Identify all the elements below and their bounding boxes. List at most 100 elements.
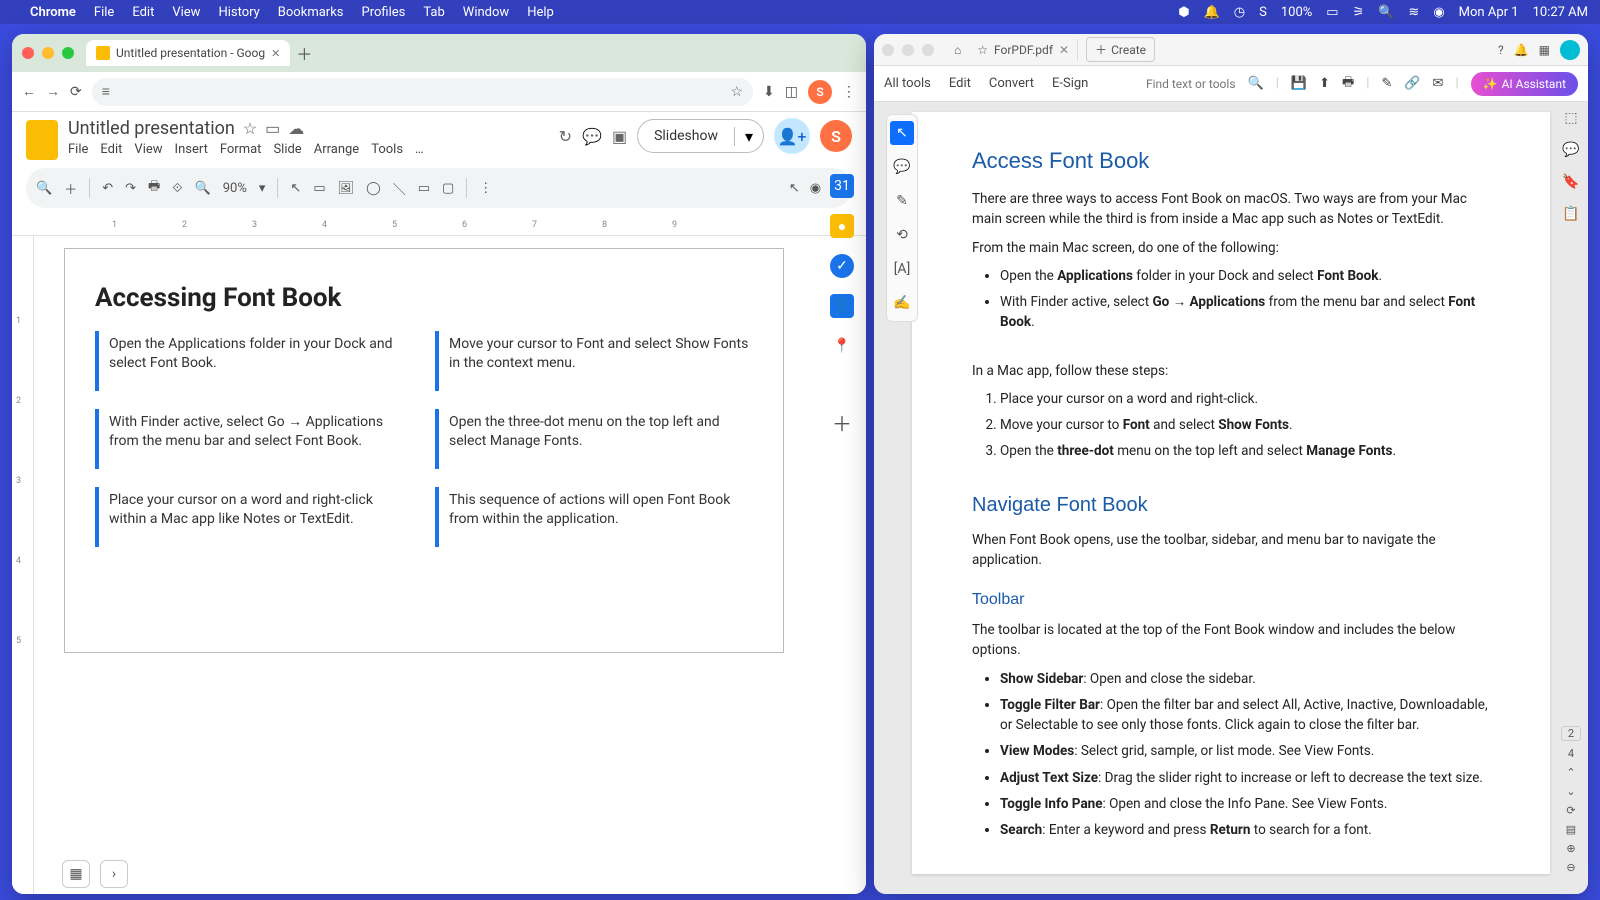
sign-icon[interactable]: ✎ [1381,76,1392,91]
maps-icon[interactable]: 📍 [830,334,854,358]
version-history-icon[interactable]: ↻ [559,127,572,146]
menu-format[interactable]: Format [220,142,262,157]
chrome-profile-avatar[interactable]: S [808,80,832,104]
menu-edit[interactable]: Edit [132,5,154,20]
siri-icon[interactable]: ◉ [1433,5,1444,20]
menu-more[interactable]: … [415,142,424,157]
star-icon[interactable]: ☆ [243,119,257,138]
date-label[interactable]: Mon Apr 1 [1459,5,1519,20]
slide-text-block[interactable]: Open the Applications folder in your Doc… [95,331,413,391]
tab-edit[interactable]: Edit [949,76,971,91]
print-button[interactable]: 🖶 [148,177,160,199]
zoom-dropdown-icon[interactable]: ▾ [259,181,266,196]
window-minimize-button[interactable] [42,47,54,59]
cloud-status-icon[interactable]: ☁ [288,119,304,138]
menu-tab[interactable]: Tab [423,5,444,20]
browser-tab[interactable]: Untitled presentation - Goog ✕ [86,40,290,66]
select-tool[interactable]: ↖ [290,181,301,196]
site-info-icon[interactable]: ≡ [102,83,110,100]
document-title[interactable]: Untitled presentation [68,118,235,139]
window-close-button[interactable] [22,47,34,59]
page-current[interactable]: 2 [1561,726,1581,741]
textbox-tool[interactable]: ▭ [313,181,325,196]
clock-icon[interactable]: ◷ [1234,5,1245,20]
menu-tools[interactable]: Tools [371,142,403,157]
menu-help[interactable]: Help [527,5,554,20]
highlight-tool[interactable]: ✎ [890,189,914,213]
back-button[interactable]: ← [22,83,36,100]
canvas[interactable]: Accessing Font Book Open the Application… [34,236,866,894]
tab-close-icon[interactable]: ✕ [1059,43,1069,57]
grid-view-button[interactable]: ▦ [62,860,90,888]
signature-tool[interactable]: ✍ [890,291,914,315]
tab-convert[interactable]: Convert [989,76,1034,91]
slide-text-block[interactable]: With Finder active, select Go → Applicat… [95,409,413,469]
meet-icon[interactable]: ▣ [612,127,627,146]
move-folder-icon[interactable]: ▭ [265,119,280,138]
email-icon[interactable]: ✉ [1433,76,1444,91]
tab-esign[interactable]: E-Sign [1052,76,1088,91]
menu-history[interactable]: History [218,5,259,20]
image-tool[interactable]: 🖼 [338,181,355,196]
window-zoom-button[interactable] [922,44,934,56]
line-tool[interactable]: ＼ [393,179,406,198]
save-icon[interactable]: 💾 [1291,76,1307,91]
tab-close-icon[interactable]: ✕ [271,47,280,60]
add-on-plus-icon[interactable]: ＋ [830,410,854,434]
menu-bookmarks[interactable]: Bookmarks [278,5,344,20]
transition-button[interactable]: ▢ [442,181,454,196]
menu-view[interactable]: View [172,5,200,20]
page-down-icon[interactable]: ⌄ [1566,785,1575,798]
menu-view[interactable]: View [134,142,162,157]
star-icon[interactable]: ☆ [977,43,988,57]
zoom-icon[interactable]: 🔍 [195,181,211,196]
shape-tool[interactable]: ◯ [366,181,381,196]
slideshow-button[interactable]: Slideshow ▾ [637,119,764,153]
create-button[interactable]: ＋Create [1086,37,1155,62]
bookmarks-panel-icon[interactable]: 🔖 [1561,172,1581,192]
new-slide-button[interactable]: ＋ [64,179,77,198]
rotate-icon[interactable]: ⟳ [1566,804,1575,817]
share-button[interactable]: 👤+ [774,118,810,154]
home-icon[interactable]: ⌂ [954,43,961,57]
pdf-viewport[interactable]: Access Font Book There are three ways to… [874,102,1588,894]
window-close-button[interactable] [882,44,894,56]
undo-button[interactable]: ↶ [102,181,113,196]
panel-icon[interactable]: ⬚ [1561,108,1581,128]
link-icon[interactable]: 🔗 [1404,76,1420,91]
window-minimize-button[interactable] [902,44,914,56]
menu-file[interactable]: File [68,142,88,157]
print-icon[interactable]: 🖶 [1342,73,1354,95]
account-avatar[interactable]: S [820,120,852,152]
zoom-in-icon[interactable]: ⊕ [1566,842,1575,855]
new-tab-button[interactable]: ＋ [296,41,312,65]
wifi-icon[interactable]: ⚞ [1353,5,1365,20]
menu-arrange[interactable]: Arrange [314,142,359,157]
bookmark-star-icon[interactable]: ☆ [730,84,743,100]
chrome-menu-icon[interactable]: ⋮ [842,84,856,100]
more-options-icon[interactable]: ⋮ [479,181,492,196]
slide-title[interactable]: Accessing Font Book [95,283,753,313]
control-center-icon[interactable]: ≋ [1408,5,1419,20]
search-menus-icon[interactable]: 🔍 [36,181,52,196]
menu-profiles[interactable]: Profiles [362,5,406,20]
pointer-tool[interactable]: ↖ [789,181,800,196]
menu-insert[interactable]: Insert [175,142,208,157]
select-tool[interactable]: ↖ [890,121,914,145]
address-bar[interactable]: ≡ ☆ [92,78,753,106]
menu-window[interactable]: Window [463,5,509,20]
draw-tool[interactable]: ⟲ [890,223,914,247]
status-s-icon[interactable]: S [1259,5,1267,20]
slide-text-block[interactable]: Move your cursor to Font and select Show… [435,331,753,391]
slide-text-block[interactable]: This sequence of actions will open Font … [435,487,753,547]
time-label[interactable]: 10:27 AM [1533,5,1588,20]
slide-text-block[interactable]: Place your cursor on a word and right-cl… [95,487,413,547]
tasks-icon[interactable]: ✓ [830,254,854,278]
status-icon[interactable]: ⬢ [1178,5,1189,20]
upload-icon[interactable]: ⬆ [1319,76,1330,91]
zoom-out-icon[interactable]: ⊖ [1566,861,1575,874]
notification-icon[interactable]: 🔔 [1204,5,1220,20]
notifications-icon[interactable]: 🔔 [1514,43,1529,57]
comment-tool[interactable]: 💬 [890,155,914,179]
paint-format-button[interactable]: ⟐ [172,181,182,196]
